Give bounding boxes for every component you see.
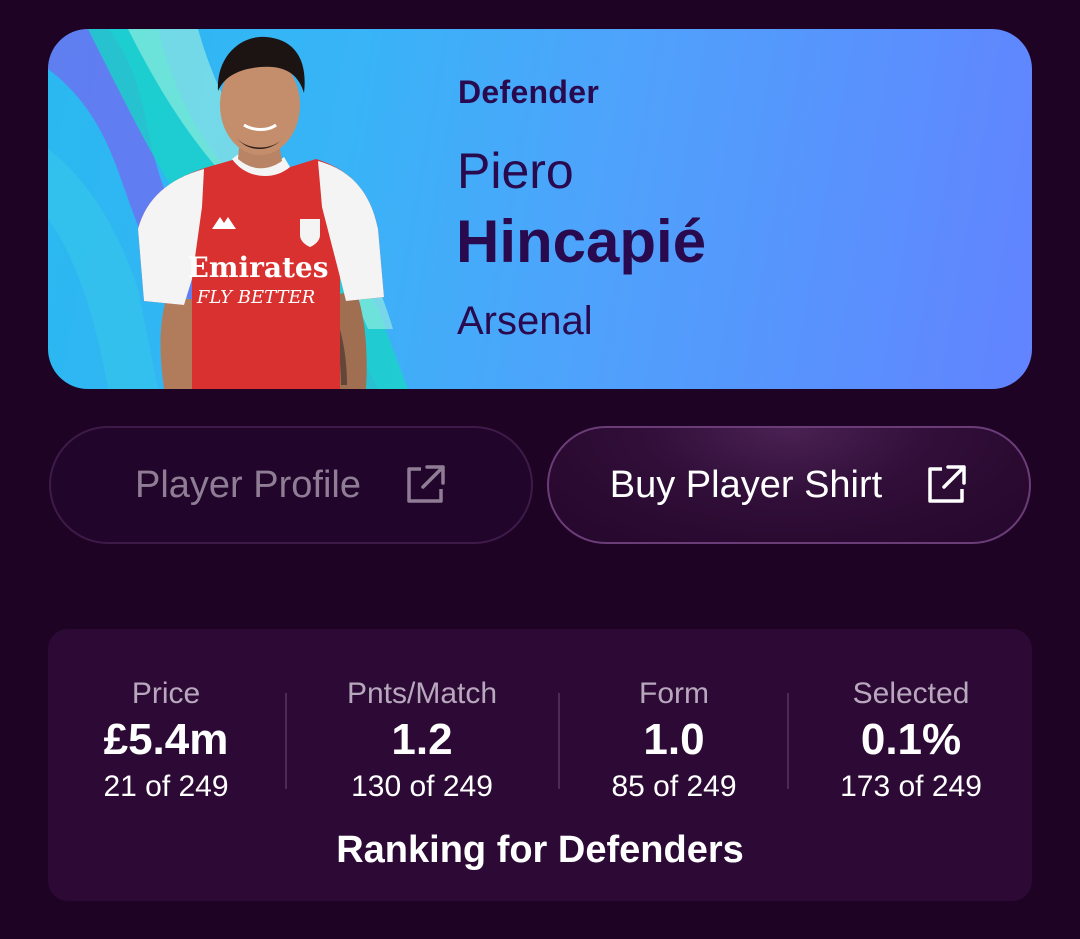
player-profile-label: Player Profile <box>135 463 361 506</box>
stat-rank: 85 of 249 <box>611 770 737 803</box>
stat-label: Pnts/Match <box>346 677 498 710</box>
stat-rank: 130 of 249 <box>351 770 493 803</box>
svg-text:FLY BETTER: FLY BETTER <box>196 287 315 308</box>
player-first-name: Piero <box>457 143 574 199</box>
buy-player-shirt-label: Buy Player Shirt <box>609 463 883 506</box>
stat-label: Form <box>639 677 709 710</box>
stat-label: Price <box>131 677 201 710</box>
player-photo: Emirates FLY BETTER <box>138 36 384 389</box>
player-profile-button[interactable]: Player Profile <box>49 426 533 544</box>
stat-divider <box>285 693 287 789</box>
stat-label: Selected <box>852 677 970 710</box>
stat-selected: Selected 0.1% 173 of 249 <box>811 677 1011 805</box>
buy-player-shirt-button[interactable]: Buy Player Shirt <box>547 426 1031 544</box>
external-link-icon <box>407 465 445 503</box>
player-club: Arsenal <box>457 299 593 343</box>
player-detail-page: Emirates FLY BETTER Defender Piero Hinca… <box>0 0 1080 939</box>
stat-divider <box>558 693 560 789</box>
stat-value: 1.0 <box>643 715 705 764</box>
stat-divider <box>787 693 789 789</box>
stat-rank: 173 of 249 <box>840 770 982 803</box>
stat-value: £5.4m <box>103 715 229 764</box>
stat-form: Form 1.0 85 of 249 <box>574 677 774 805</box>
player-header-card: Emirates FLY BETTER Defender Piero Hinca… <box>48 29 1032 389</box>
stat-value: 0.1% <box>860 715 962 764</box>
player-stats-card: Price £5.4m 21 of 249 Pnts/Match 1.2 130… <box>48 629 1032 901</box>
svg-text:Emirates: Emirates <box>187 251 328 284</box>
stat-price: Price £5.4m 21 of 249 <box>66 677 266 805</box>
stat-rank: 21 of 249 <box>103 770 229 803</box>
player-last-name: Hincapié <box>456 208 707 275</box>
player-position: Defender <box>458 74 600 110</box>
stat-points-per-match: Pnts/Match 1.2 130 of 249 <box>322 677 522 805</box>
stat-value: 1.2 <box>391 715 453 764</box>
ranking-title: Ranking for Defenders <box>336 829 744 871</box>
external-link-icon <box>928 465 966 503</box>
